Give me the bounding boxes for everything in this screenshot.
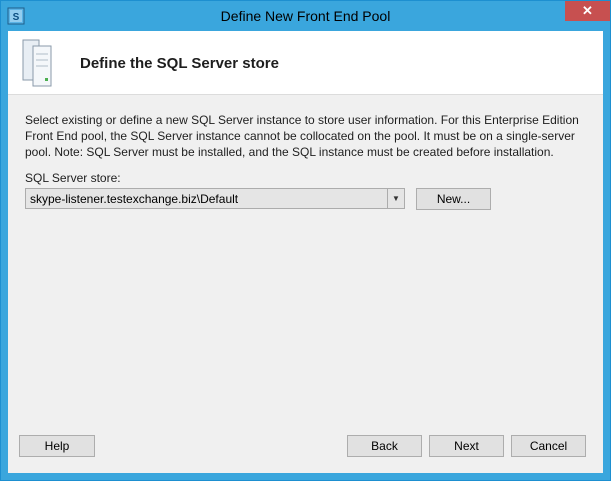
sql-store-dropdown[interactable]: skype-listener.testexchange.biz\Default …: [25, 188, 405, 209]
cancel-button[interactable]: Cancel: [511, 435, 586, 457]
sql-store-selected-value: skype-listener.testexchange.biz\Default: [30, 192, 239, 206]
dialog-content: Define the SQL Server store Select exist…: [8, 31, 603, 473]
description-text: Select existing or define a new SQL Serv…: [25, 113, 579, 159]
window-title: Define New Front End Pool: [220, 8, 391, 24]
back-button[interactable]: Back: [347, 435, 422, 457]
help-button[interactable]: Help: [19, 435, 95, 457]
server-stack-icon: [22, 39, 52, 87]
dialog-window: S Define New Front End Pool ✕ Define the…: [0, 0, 611, 481]
new-store-button[interactable]: New...: [416, 188, 491, 210]
chevron-down-icon[interactable]: ▼: [387, 189, 404, 208]
page-title: Define the SQL Server store: [80, 55, 279, 72]
title-bar[interactable]: S Define New Front End Pool ✕: [1, 1, 610, 31]
header-panel: Define the SQL Server store: [8, 31, 603, 95]
close-button[interactable]: ✕: [565, 1, 610, 21]
next-button[interactable]: Next: [429, 435, 504, 457]
sql-store-label: SQL Server store:: [25, 171, 121, 185]
